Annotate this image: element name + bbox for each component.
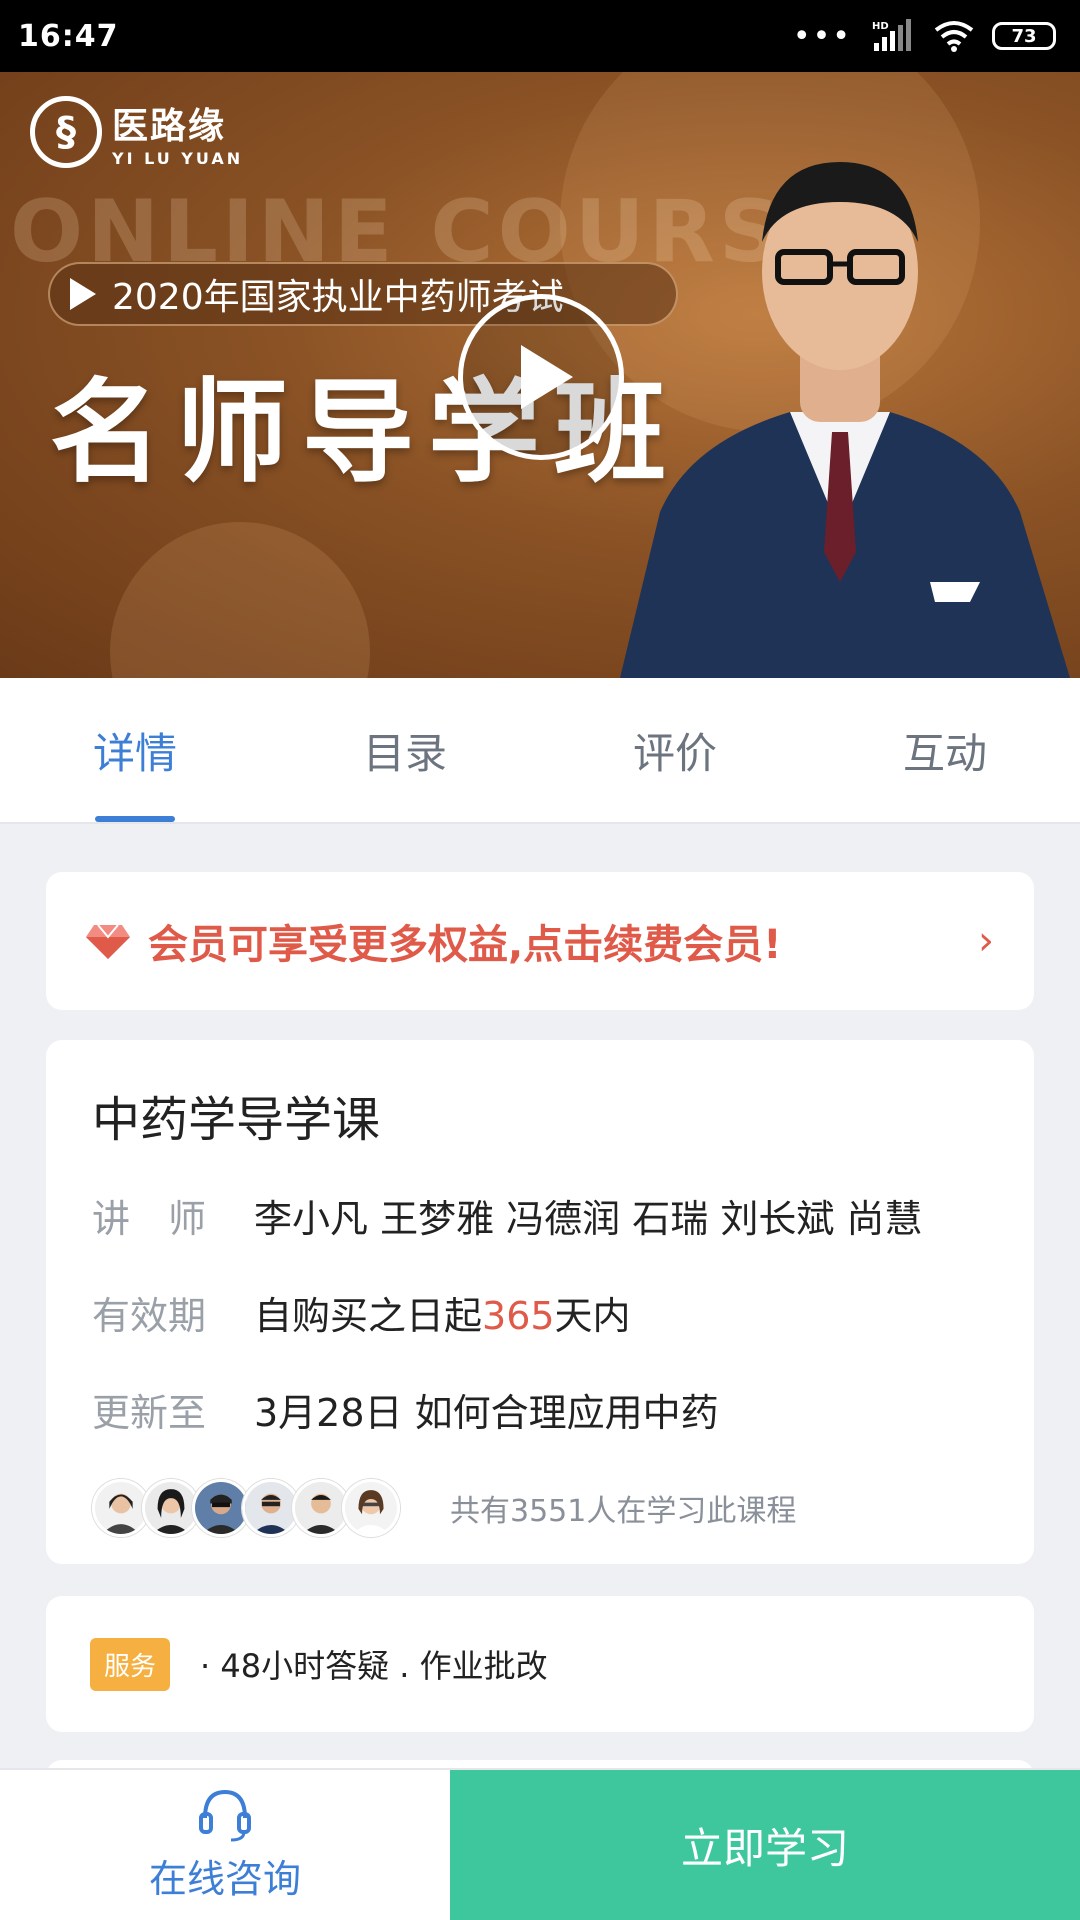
- bottom-action-bar: 在线咨询 立即学习: [0, 1768, 1080, 1920]
- tab-reviews[interactable]: 评价: [540, 678, 810, 822]
- teacher-photo: [620, 162, 1070, 678]
- teacher-row: 讲 师 李小凡 王梦雅 冯德润 石瑞 刘长斌 尚慧: [92, 1188, 988, 1243]
- service-card: 服务 · 48小时答疑 . 作业批改: [46, 1596, 1034, 1732]
- online-consult-button[interactable]: 在线咨询: [0, 1770, 450, 1920]
- validity-suffix: 天内: [554, 1294, 631, 1338]
- course-video[interactable]: § 医路缘 YI LU YUAN ONLINE COURSE 2020年国家执业…: [0, 72, 1080, 678]
- wifi-icon: [934, 21, 974, 52]
- status-bar: 16:47 ••• HD 73: [0, 0, 1080, 72]
- logo-name-en: YI LU YUAN: [112, 148, 244, 168]
- vip-banner[interactable]: 会员可享受更多权益,点击续费会员! ›: [46, 872, 1034, 1010]
- teacher-label: 讲 师: [92, 1197, 207, 1241]
- headset-icon: [199, 1789, 251, 1841]
- diamond-icon: [86, 924, 130, 959]
- validity-label: 有效期: [92, 1294, 207, 1338]
- consult-label: 在线咨询: [148, 1856, 301, 1901]
- network-label: HD: [872, 21, 889, 32]
- validity-value: 自购买之日起365天内: [254, 1285, 631, 1340]
- start-learning-label: 立即学习: [680, 1823, 849, 1873]
- status-icons: ••• HD 73: [793, 19, 1056, 54]
- teacher-names: 李小凡 王梦雅 冯德润 石瑞 刘长斌 尚慧: [254, 1197, 923, 1241]
- tab-details[interactable]: 详情: [0, 678, 270, 822]
- course-detail-page: 16:47 ••• HD 73 § 医路缘 YI LU YUAN ONLINE …: [0, 0, 1080, 1920]
- logo-icon: §: [30, 96, 102, 168]
- brand-logo: § 医路缘 YI LU YUAN: [30, 96, 243, 168]
- play-button[interactable]: [458, 294, 624, 460]
- tab-bar: 详情 目录 评价 互动: [0, 678, 1080, 824]
- update-value: 3月28日 如何合理应用中药: [254, 1391, 719, 1435]
- tab-interaction[interactable]: 互动: [810, 678, 1080, 822]
- decor-circle: [110, 522, 370, 678]
- validity-prefix: 自购买之日起: [254, 1294, 483, 1338]
- logo-name: 医路缘: [112, 105, 227, 147]
- tab-catalog[interactable]: 目录: [270, 678, 540, 822]
- validity-row: 有效期 自购买之日起365天内: [92, 1285, 988, 1340]
- play-icon: [521, 345, 573, 409]
- tab-label: 详情: [92, 728, 177, 778]
- learners-row: 共有3551人在学习此课程: [92, 1479, 988, 1537]
- signal-icon: HD: [872, 19, 911, 51]
- update-label: 更新至: [92, 1391, 207, 1435]
- battery-level: 73: [1011, 25, 1037, 47]
- start-learning-button[interactable]: 立即学习: [450, 1770, 1080, 1920]
- learner-avatars: [92, 1479, 400, 1537]
- tab-label: 评价: [632, 728, 717, 778]
- battery-icon: 73: [992, 22, 1056, 50]
- status-time: 16:47: [18, 18, 119, 54]
- play-triangle-icon: [70, 278, 96, 310]
- tab-label: 互动: [902, 728, 987, 778]
- service-badge: 服务: [90, 1637, 171, 1691]
- course-info-card: 中药学导学课 讲 师 李小凡 王梦雅 冯德润 石瑞 刘长斌 尚慧 有效期 自购买…: [46, 1040, 1034, 1564]
- vip-text: 会员可享受更多权益,点击续费会员!: [148, 922, 782, 968]
- more-dots-icon: •••: [792, 18, 852, 54]
- validity-days: 365: [482, 1294, 555, 1338]
- service-text: · 48小时答疑 . 作业批改: [200, 1647, 548, 1685]
- avatar: [342, 1479, 400, 1537]
- update-row: 更新至 3月28日 如何合理应用中药: [92, 1382, 988, 1437]
- course-title: 中药学导学课: [92, 1092, 381, 1148]
- chevron-right-icon: ›: [978, 918, 994, 964]
- learner-count: 共有3551人在学习此课程: [450, 1494, 797, 1529]
- tab-label: 目录: [362, 728, 447, 778]
